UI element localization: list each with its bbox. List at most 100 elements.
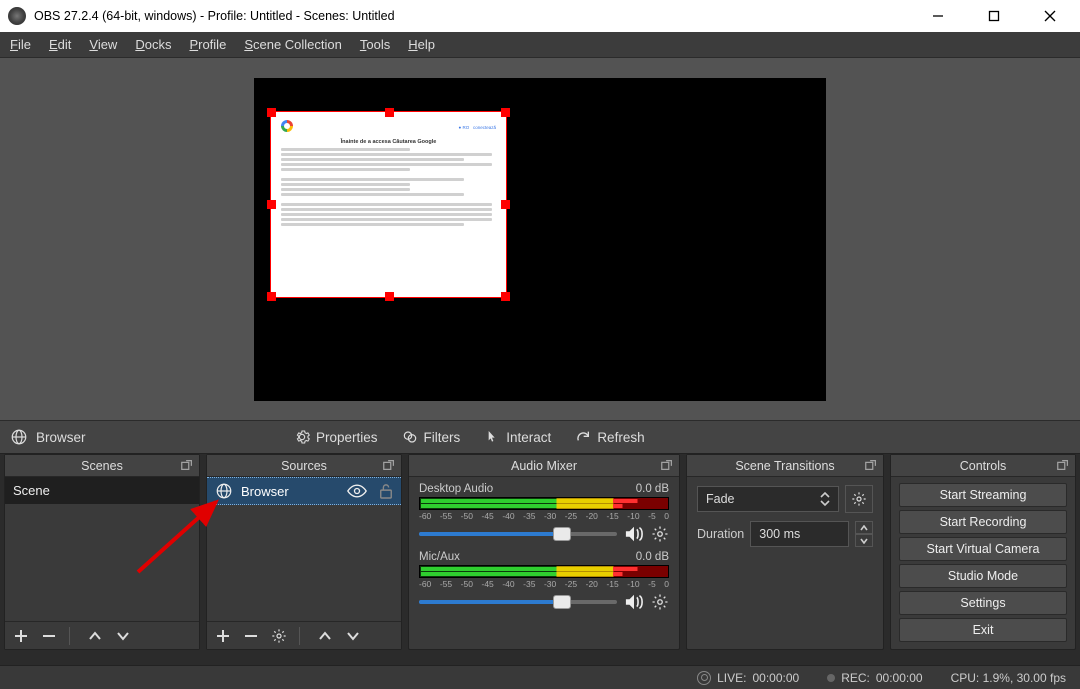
transitions-title: Scene Transitions bbox=[735, 459, 834, 473]
level-meter bbox=[419, 565, 669, 578]
popout-icon[interactable] bbox=[660, 458, 674, 472]
program-preview[interactable]: ● RO conectează Înainte de a accesa Căut… bbox=[254, 78, 826, 401]
mixer-channel: Desktop Audio0.0 dB -60-55-50-45-40-35-3… bbox=[409, 477, 679, 545]
channel-name: Mic/Aux bbox=[419, 551, 460, 563]
control-button-start-streaming[interactable]: Start Streaming bbox=[899, 483, 1067, 507]
menu-file[interactable]: File bbox=[10, 37, 31, 52]
sources-dock: Sources Browser bbox=[206, 454, 402, 650]
audio-mixer-dock: Audio Mixer Desktop Audio0.0 dB -60-55-5… bbox=[408, 454, 680, 650]
speaker-icon[interactable] bbox=[623, 525, 645, 543]
resize-handle[interactable] bbox=[267, 200, 276, 209]
popout-icon[interactable] bbox=[864, 458, 878, 472]
scene-item[interactable]: Scene bbox=[5, 477, 199, 504]
preview-area[interactable]: ● RO conectează Înainte de a accesa Căut… bbox=[0, 58, 1080, 420]
speaker-icon[interactable] bbox=[623, 593, 645, 611]
rec-time: 00:00:00 bbox=[876, 671, 923, 685]
menu-scene-collection[interactable]: Scene Collection bbox=[244, 37, 342, 52]
popout-icon[interactable] bbox=[382, 458, 396, 472]
interact-button[interactable]: Interact bbox=[474, 425, 561, 449]
menu-tools[interactable]: Tools bbox=[360, 37, 390, 52]
title-bar: OBS 27.2.4 (64-bit, windows) - Profile: … bbox=[0, 0, 1080, 32]
source-selection-box[interactable]: ● RO conectează Înainte de a accesa Căut… bbox=[270, 111, 507, 298]
popout-icon[interactable] bbox=[1056, 458, 1070, 472]
globe-icon bbox=[10, 428, 28, 446]
menu-docks[interactable]: Docks bbox=[135, 37, 171, 52]
filters-button[interactable]: Filters bbox=[392, 425, 471, 449]
source-item[interactable]: Browser bbox=[207, 477, 401, 505]
maximize-button[interactable] bbox=[978, 4, 1010, 28]
resize-handle[interactable] bbox=[501, 200, 510, 209]
scene-remove-button[interactable] bbox=[39, 626, 59, 646]
resize-handle[interactable] bbox=[267, 292, 276, 301]
filters-icon bbox=[402, 429, 418, 445]
source-toolbar: Browser Properties Filters Interact Refr… bbox=[0, 420, 1080, 454]
mixer-channel: Mic/Aux0.0 dB -60-55-50-45-40-35-30-25-2… bbox=[409, 545, 679, 613]
scene-move-down-button[interactable] bbox=[113, 626, 133, 646]
close-button[interactable] bbox=[1034, 4, 1066, 28]
resize-handle[interactable] bbox=[385, 108, 394, 117]
channel-settings-button[interactable] bbox=[651, 525, 669, 543]
scenes-title: Scenes bbox=[81, 459, 123, 473]
selected-source-label: Browser bbox=[36, 430, 86, 445]
channel-settings-button[interactable] bbox=[651, 593, 669, 611]
channel-name: Desktop Audio bbox=[419, 483, 493, 495]
pointer-icon bbox=[484, 429, 500, 445]
window-title: OBS 27.2.4 (64-bit, windows) - Profile: … bbox=[34, 9, 395, 23]
resize-handle[interactable] bbox=[501, 108, 510, 117]
browser-page-heading: Înainte de a accesa Căutarea Google bbox=[281, 139, 496, 145]
channel-db: 0.0 dB bbox=[636, 551, 669, 563]
minimize-button[interactable] bbox=[922, 4, 954, 28]
lock-toggle[interactable] bbox=[379, 483, 393, 499]
transition-settings-button[interactable] bbox=[845, 485, 873, 513]
duration-stepper[interactable] bbox=[855, 521, 873, 547]
chevron-up-down-icon bbox=[816, 490, 834, 508]
rec-status: REC: 00:00:00 bbox=[827, 671, 922, 685]
record-dot-icon bbox=[827, 674, 835, 682]
interact-label: Interact bbox=[506, 430, 551, 445]
live-status: LIVE: 00:00:00 bbox=[697, 671, 799, 685]
resize-handle[interactable] bbox=[267, 108, 276, 117]
control-button-exit[interactable]: Exit bbox=[899, 618, 1067, 642]
source-move-down-button[interactable] bbox=[343, 626, 363, 646]
channel-db: 0.0 dB bbox=[636, 483, 669, 495]
menu-view[interactable]: View bbox=[89, 37, 117, 52]
menu-help[interactable]: Help bbox=[408, 37, 435, 52]
duration-value: 300 ms bbox=[759, 527, 800, 541]
scene-add-button[interactable] bbox=[11, 626, 31, 646]
broadcast-icon bbox=[697, 671, 711, 685]
source-remove-button[interactable] bbox=[241, 626, 261, 646]
control-button-start-virtual-camera[interactable]: Start Virtual Camera bbox=[899, 537, 1067, 561]
control-button-studio-mode[interactable]: Studio Mode bbox=[899, 564, 1067, 588]
properties-button[interactable]: Properties bbox=[284, 425, 388, 449]
source-add-button[interactable] bbox=[213, 626, 233, 646]
live-time: 00:00:00 bbox=[752, 671, 799, 685]
scenes-dock: Scenes Scene bbox=[4, 454, 200, 650]
sources-title: Sources bbox=[281, 459, 327, 473]
controls-dock: Controls Start StreamingStart RecordingS… bbox=[890, 454, 1076, 650]
refresh-label: Refresh bbox=[597, 430, 644, 445]
volume-slider[interactable] bbox=[419, 532, 617, 536]
control-button-settings[interactable]: Settings bbox=[899, 591, 1067, 615]
source-move-up-button[interactable] bbox=[315, 626, 335, 646]
resize-handle[interactable] bbox=[385, 292, 394, 301]
duration-label: Duration bbox=[697, 527, 744, 541]
source-properties-button[interactable] bbox=[269, 626, 289, 646]
rec-label: REC: bbox=[841, 671, 870, 685]
mixer-title: Audio Mixer bbox=[511, 459, 577, 473]
google-logo-icon bbox=[281, 120, 293, 132]
menu-edit[interactable]: Edit bbox=[49, 37, 71, 52]
scene-transitions-dock: Scene Transitions Fade Duration bbox=[686, 454, 884, 650]
visibility-toggle[interactable] bbox=[347, 484, 367, 498]
control-button-start-recording[interactable]: Start Recording bbox=[899, 510, 1067, 534]
transition-select[interactable]: Fade bbox=[697, 486, 839, 512]
globe-icon bbox=[215, 482, 233, 500]
resize-handle[interactable] bbox=[501, 292, 510, 301]
menu-profile[interactable]: Profile bbox=[189, 37, 226, 52]
obs-logo-icon bbox=[8, 7, 26, 25]
volume-slider[interactable] bbox=[419, 600, 617, 604]
scene-move-up-button[interactable] bbox=[85, 626, 105, 646]
duration-field[interactable]: 300 ms bbox=[750, 521, 849, 547]
refresh-button[interactable]: Refresh bbox=[565, 425, 654, 449]
gear-icon bbox=[294, 429, 310, 445]
popout-icon[interactable] bbox=[180, 458, 194, 472]
